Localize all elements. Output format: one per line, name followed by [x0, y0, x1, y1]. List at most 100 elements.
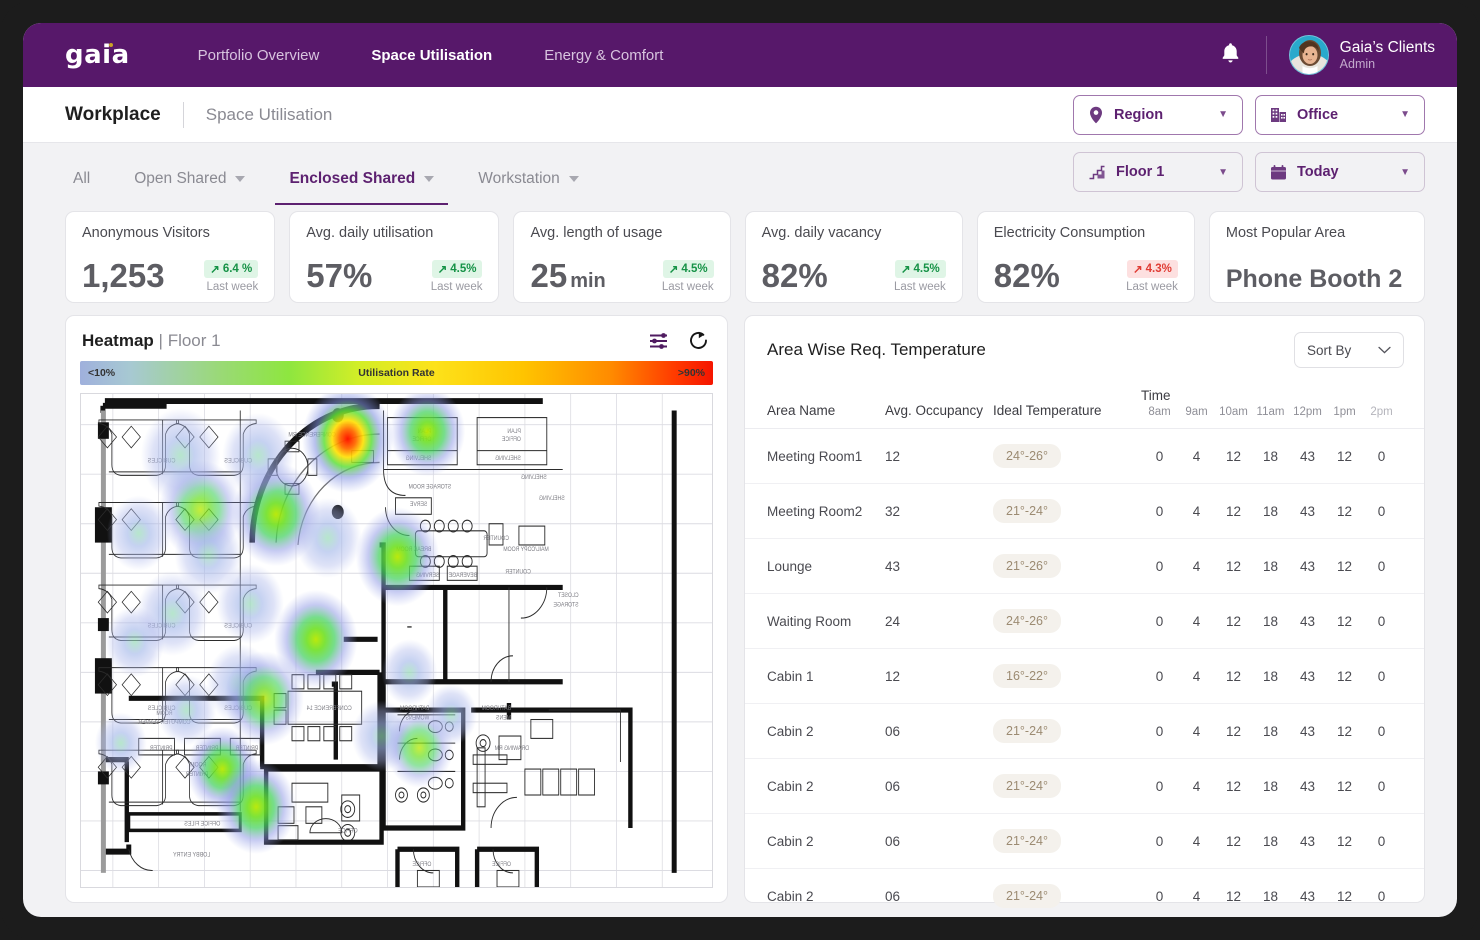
region-filter-dropdown[interactable]: Region ▼ — [1073, 95, 1243, 135]
cell-area-name: Cabin 2 — [745, 869, 885, 918]
tab-all[interactable]: All — [65, 157, 112, 201]
map-pin-icon — [1088, 106, 1104, 124]
table-row[interactable]: Waiting Room2424°-26°04121843120 — [745, 594, 1424, 649]
nav-link-portfolio-overview[interactable]: Portfolio Overview — [172, 47, 346, 64]
time-value: 4 — [1178, 889, 1215, 904]
table-row[interactable]: Lounge4321°-26°04121843120 — [745, 539, 1424, 594]
cell-ideal-temperature: 24°-26° — [993, 594, 1141, 649]
table-row[interactable]: Cabin 20621°-24°04121843120 — [745, 814, 1424, 869]
kpi-title: Avg. length of usage — [530, 225, 713, 241]
svg-text:STORAGE: STORAGE — [553, 602, 578, 608]
nav-link-space-utilisation[interactable]: Space Utilisation — [345, 47, 518, 64]
time-value: 4 — [1178, 724, 1215, 739]
table-row[interactable]: Cabin 20621°-24°04121843120 — [745, 869, 1424, 918]
svg-text:SHELVING: SHELVING — [495, 456, 521, 462]
cell-avg-occupancy: 12 — [885, 649, 993, 704]
sort-by-dropdown[interactable]: Sort By — [1294, 332, 1404, 368]
heatmap-settings-button[interactable] — [648, 331, 670, 351]
time-value: 12 — [1215, 834, 1252, 849]
time-tick: 8am — [1141, 406, 1178, 418]
nav-link-energy-comfort[interactable]: Energy & Comfort — [518, 47, 689, 64]
cell-time-values: 04121843120 — [1141, 429, 1424, 484]
time-tick: 1pm — [1326, 406, 1363, 418]
cell-avg-occupancy: 06 — [885, 869, 993, 918]
time-value: 0 — [1141, 724, 1178, 739]
temperature-chip: 16°-22° — [993, 664, 1061, 688]
cell-area-name: Cabin 1 — [745, 649, 885, 704]
user-role: Admin — [1340, 57, 1435, 73]
floor-filter-label: Floor 1 — [1116, 164, 1208, 180]
kpi-card-anonymous-visitors: Anonymous Visitors 1,253 ↗ 6.4 % Last we… — [65, 211, 275, 303]
svg-text:PLAN: PLAN — [507, 429, 520, 435]
table-header-row: Area Name Avg. Occupancy Ideal Temperatu… — [745, 380, 1424, 429]
tab-workstation[interactable]: Workstation — [456, 157, 601, 201]
time-value: 0 — [1363, 504, 1400, 519]
floorplan-heatmap[interactable]: CUBICLESCUBICLES CUBICLESCUBICLES CUBICL… — [80, 393, 713, 888]
time-tick: 2pm — [1363, 406, 1400, 418]
svg-text:OFFICE: OFFICE — [412, 861, 431, 867]
cell-avg-occupancy: 24 — [885, 594, 993, 649]
user-menu[interactable]: Gaia’s Clients Admin — [1267, 35, 1435, 75]
heatmap-title: Heatmap | Floor 1 — [82, 331, 221, 351]
trend-up-icon: ↗ — [901, 262, 911, 276]
heatmap-refresh-button[interactable] — [688, 330, 709, 351]
breadcrumb-main: Workplace — [65, 104, 161, 126]
kpi-card-most-popular-area: Most Popular Area Phone Booth 2 — [1209, 211, 1425, 303]
kpi-value: 82% — [994, 259, 1060, 302]
heatmap-title-main: Heatmap — [82, 331, 154, 350]
time-value: 18 — [1252, 889, 1289, 904]
heatmap-panel: Heatmap | Floor 1 — [65, 315, 728, 903]
notifications-button[interactable] — [1195, 42, 1266, 69]
refresh-icon — [688, 330, 709, 351]
svg-text:BATHROOM: BATHROOM — [481, 706, 511, 712]
time-ticks: 8am 9am 10am 11am 12pm 1pm 2pm — [1141, 406, 1424, 418]
tab-open-shared[interactable]: Open Shared — [112, 157, 267, 201]
time-value: 12 — [1215, 889, 1252, 904]
area-temperature-table: Area Name Avg. Occupancy Ideal Temperatu… — [745, 380, 1424, 917]
table-row[interactable]: Cabin 20621°-24°04121843120 — [745, 759, 1424, 814]
time-value: 43 — [1289, 834, 1326, 849]
time-value: 18 — [1252, 504, 1289, 519]
kpi-card-avg-length-of-usage: Avg. length of usage 25min ↗ 4.5% Last w… — [513, 211, 730, 303]
svg-text:STORAGE ROOM: STORAGE ROOM — [408, 484, 451, 490]
legend-title: Utilisation Rate — [358, 367, 434, 379]
chevron-down-icon — [424, 176, 434, 182]
time-value: 12 — [1215, 449, 1252, 464]
svg-text:OFFICE: OFFICE — [492, 861, 511, 867]
date-filter-dropdown[interactable]: Today ▼ — [1255, 152, 1425, 192]
time-value: 12 — [1215, 559, 1252, 574]
kpi-cards-row: Anonymous Visitors 1,253 ↗ 6.4 % Last we… — [23, 201, 1457, 303]
sort-by-label: Sort By — [1307, 343, 1351, 358]
breadcrumb-sub: Space Utilisation — [206, 105, 333, 125]
time-value: 18 — [1252, 449, 1289, 464]
chevron-down-icon: ▼ — [1400, 167, 1410, 178]
temperature-chip: 24°-26° — [993, 609, 1061, 633]
floor-filter-dropdown[interactable]: Floor 1 ▼ — [1073, 152, 1243, 192]
legend-low-label: <10% — [88, 367, 115, 379]
svg-text:OFFICE: OFFICE — [502, 437, 521, 443]
kpi-value: 57% — [306, 259, 372, 302]
app-logo[interactable]: gaia — [45, 40, 130, 70]
table-row[interactable]: Cabin 11216°-22°04121843120 — [745, 649, 1424, 704]
time-value: 0 — [1141, 834, 1178, 849]
kpi-delta-value: 4.5% — [450, 263, 476, 275]
time-value: 18 — [1252, 779, 1289, 794]
kpi-value-unit: min — [570, 270, 606, 292]
tab-enclosed-shared[interactable]: Enclosed Shared — [267, 157, 456, 201]
office-filter-dropdown[interactable]: Office ▼ — [1255, 95, 1425, 135]
time-value: 12 — [1326, 449, 1363, 464]
kpi-card-avg-daily-vacancy: Avg. daily vacancy 82% ↗ 4.5% Last week — [745, 211, 963, 303]
table-row[interactable]: Meeting Room11224°-26°04121843120 — [745, 429, 1424, 484]
utilisation-legend: <10% Utilisation Rate >90% — [80, 361, 713, 385]
time-value: 0 — [1141, 889, 1178, 904]
time-value: 12 — [1215, 614, 1252, 629]
table-row[interactable]: Cabin 20621°-24°04121843120 — [745, 704, 1424, 759]
time-value: 4 — [1178, 614, 1215, 629]
time-value: 43 — [1289, 724, 1326, 739]
time-value: 12 — [1326, 889, 1363, 904]
chevron-down-icon: ▼ — [1218, 167, 1228, 178]
table-row[interactable]: Meeting Room23221°-24°04121843120 — [745, 484, 1424, 539]
time-value: 12 — [1326, 669, 1363, 684]
column-ideal-temperature: Ideal Temperature — [993, 380, 1141, 429]
svg-text:PRINTER: PRINTER — [150, 746, 173, 752]
